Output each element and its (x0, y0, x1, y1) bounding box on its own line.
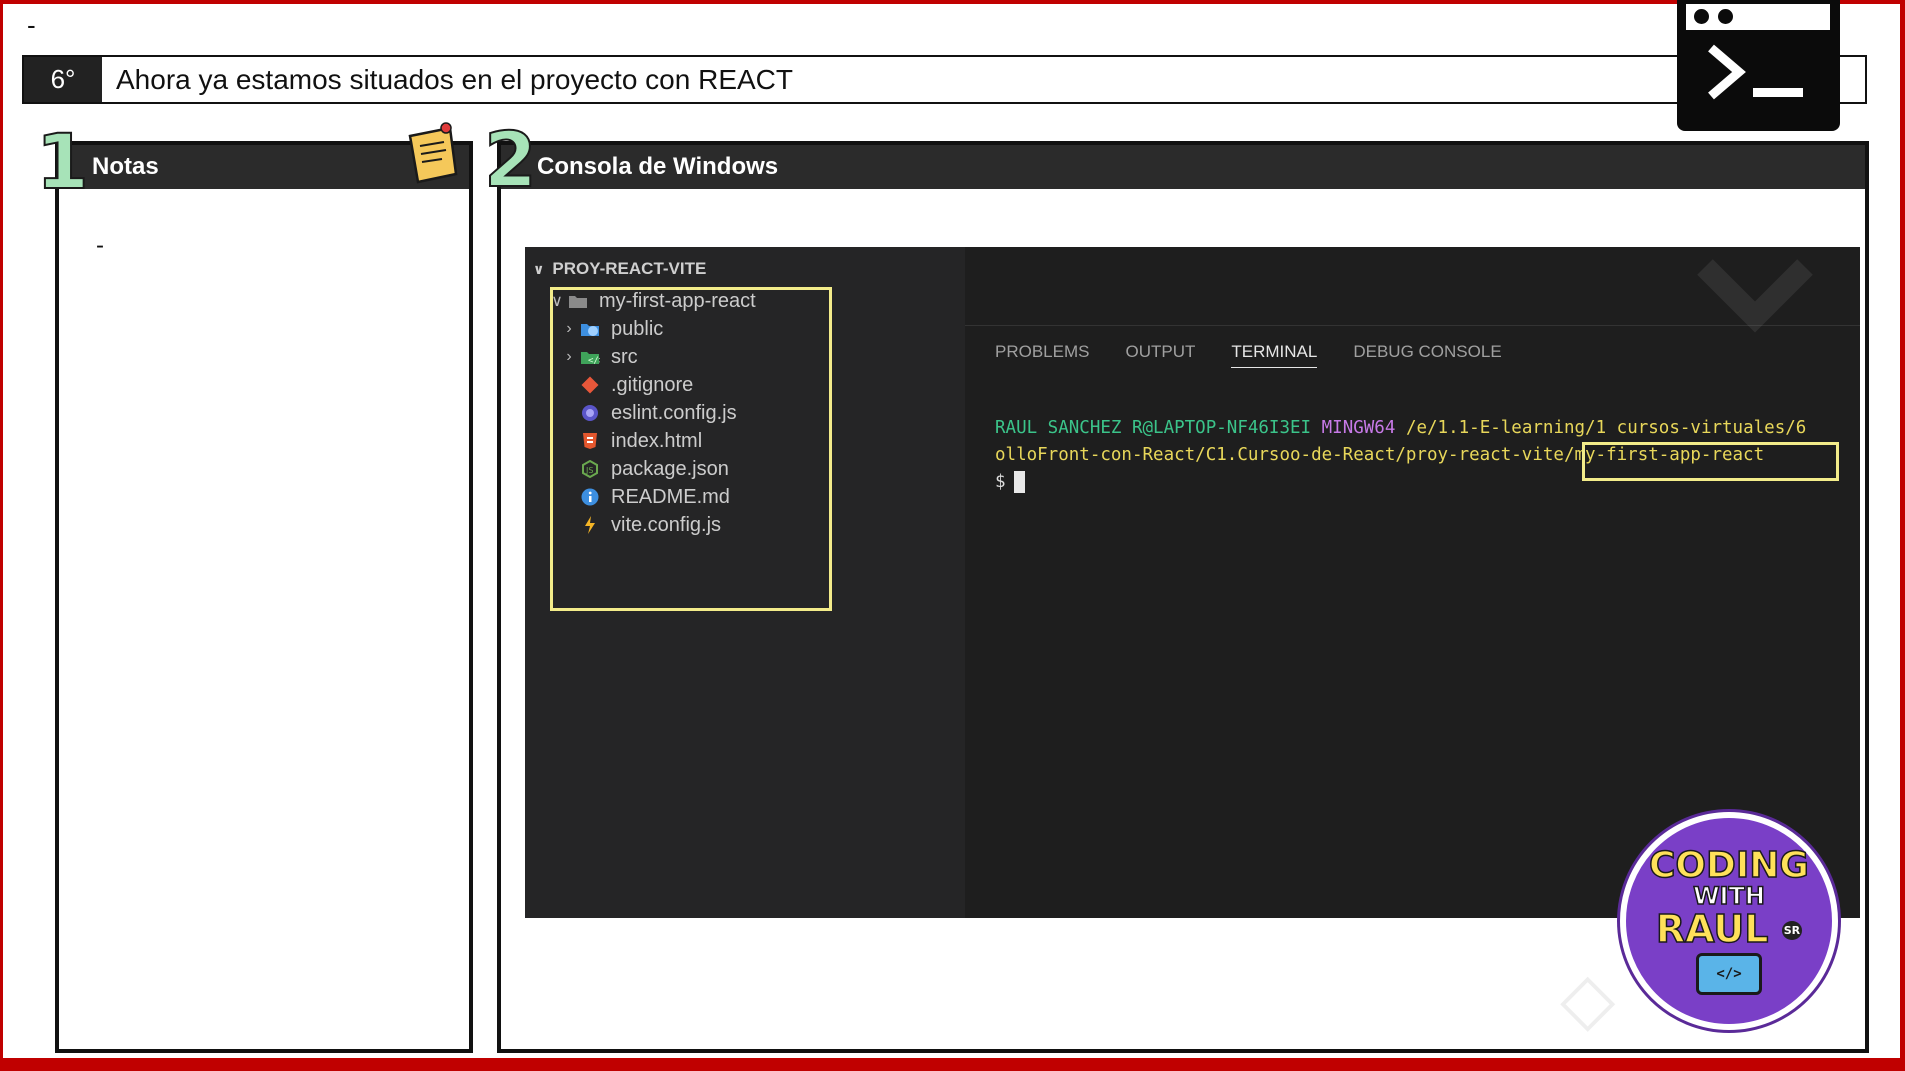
console-title: Consola de Windows (537, 153, 779, 180)
red-frame-top (0, 0, 1905, 4)
terminal-logo-icon (1677, 0, 1840, 131)
tab-problems[interactable]: PROBLEMS (995, 342, 1089, 368)
vscode-watermark-icon (1697, 259, 1813, 333)
terminal-prompt-symbol: $ (995, 472, 1006, 492)
explorer-highlight-box (550, 287, 832, 611)
notes-panel: Notas (55, 141, 473, 1053)
path-highlight-box (1582, 442, 1839, 481)
console-panel-header: Consola de Windows (501, 145, 1865, 189)
brand-line3-wrap: RAUL SR (1655, 906, 1803, 951)
explorer-root[interactable]: ∨ PROY-REACT-VITE (533, 259, 706, 279)
console-index: 2 (483, 115, 538, 204)
notes-title: Notas (92, 153, 159, 180)
terminal-user-host: RAUL SANCHEZ R@LAPTOP-NF46I3EI (995, 418, 1312, 438)
step-title: Ahora ya estamos situados en el proyecto… (116, 63, 794, 95)
brand-line3: RAUL (1655, 906, 1769, 951)
brand-sr-badge: SR (1781, 921, 1803, 941)
red-frame-bottom (0, 1058, 1905, 1071)
chevron-down-icon: ∨ (533, 260, 545, 277)
red-frame-right (1900, 0, 1905, 1071)
coding-with-raul-logo: CODING WITH RAUL SR </> (1620, 812, 1838, 1030)
brand-line1: CODING (1648, 844, 1809, 886)
panel-tabs: PROBLEMS OUTPUT TERMINAL DEBUG CONSOLE (995, 342, 1502, 368)
top-dash: - (27, 10, 36, 40)
sticky-note-icon (408, 122, 458, 184)
terminal-cursor (1013, 471, 1025, 493)
terminal-path-part1: /e/1.1-E-learning/1 cursos-virtuales/6 (1405, 418, 1807, 438)
terminal-prompt-line: RAUL SANCHEZ R@LAPTOP-NF46I3EI MINGW64 /… (995, 418, 1806, 438)
red-frame-left (0, 0, 3, 1071)
explorer-root-label: PROY-REACT-VITE (552, 259, 707, 278)
tab-terminal[interactable]: TERMINAL (1231, 342, 1318, 368)
terminal-shell: MINGW64 (1321, 418, 1396, 438)
step-header: 6° Ahora ya estamos situados en el proye… (22, 55, 1867, 104)
step-number: 6° (24, 57, 102, 102)
terminal-input-line[interactable]: $ (995, 471, 1025, 493)
tab-debug-console[interactable]: DEBUG CONSOLE (1353, 342, 1501, 368)
code-window-icon: </> (1696, 953, 1762, 996)
platzi-watermark-icon: ◇ (1560, 956, 1616, 1040)
tab-output[interactable]: OUTPUT (1125, 342, 1195, 368)
notes-index: 1 (35, 117, 90, 206)
notes-content: - (96, 232, 104, 259)
